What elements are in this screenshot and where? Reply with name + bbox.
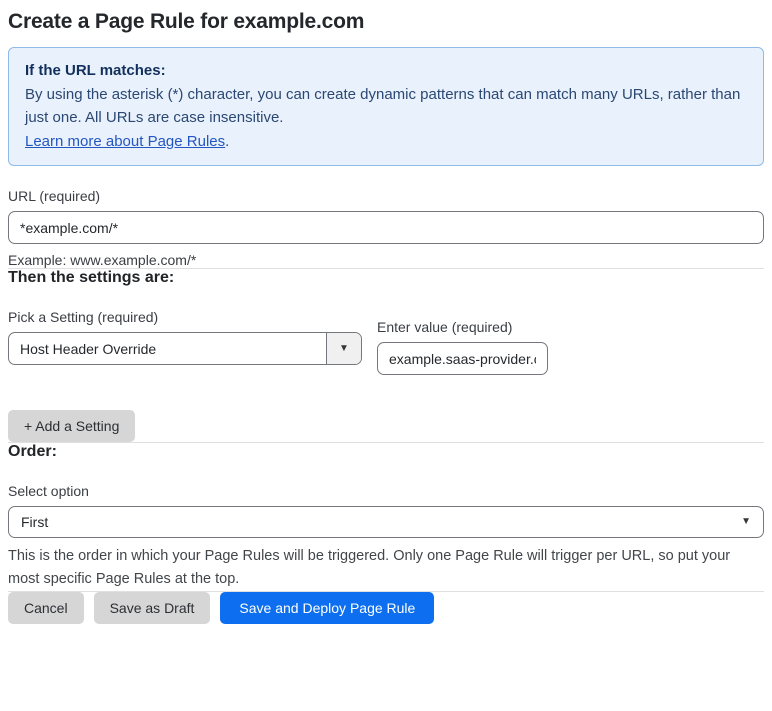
setting-select-label: Pick a Setting (required) [8,309,159,325]
info-box-body: By using the asterisk (*) character, you… [25,85,741,127]
order-description: This is the order in which your Page Rul… [8,548,731,587]
url-helper-text: Example: www.example.com/* [8,252,197,268]
info-box-heading: If the URL matches: [25,62,166,79]
setting-value-label: Enter value (required) [377,319,513,335]
order-section-heading: Order: [8,443,57,460]
save-and-deploy-button[interactable]: Save and Deploy Page Rule [220,592,435,624]
setting-select-dropdown-button[interactable]: ▼ [326,333,361,364]
cancel-button[interactable]: Cancel [8,592,84,624]
add-setting-wrap: + Add a Setting [8,410,764,442]
order-select-label: Select option [8,483,89,499]
order-select-group: Select option First ▼ This is the order … [8,483,764,591]
page-title: Create a Page Rule for example.com [8,10,365,33]
link-suffix: . [225,132,230,150]
order-select[interactable]: First ▼ [8,506,764,538]
url-field-group: URL (required) Example: www.example.com/… [8,188,764,268]
learn-more-link[interactable]: Learn more about Page Rules [25,133,225,150]
url-field-label: URL (required) [8,188,101,204]
url-match-info-box: If the URL matches: By using the asteris… [8,47,764,166]
setting-select-value: Host Header Override [20,340,157,357]
setting-select[interactable]: Host Header Override ▼ [8,332,362,365]
setting-value-input[interactable] [377,342,548,375]
settings-row: Pick a Setting (required) Host Header Ov… [8,309,764,375]
save-as-draft-button[interactable]: Save as Draft [93,592,211,624]
add-setting-button[interactable]: + Add a Setting [8,410,136,442]
setting-select-group: Pick a Setting (required) Host Header Ov… [8,309,362,365]
order-select-value: First [21,514,49,530]
footer-buttons: Cancel Save as Draft Save and Deploy Pag… [8,592,764,624]
info-link-line: Learn more about Page Rules. [25,130,747,154]
caret-down-icon: ▼ [741,516,751,527]
url-input[interactable] [8,211,764,244]
caret-down-icon: ▼ [339,342,349,354]
settings-section-heading: Then the settings are: [8,269,175,286]
page-rule-form: Create a Page Rule for example.com If th… [0,0,772,638]
setting-value-group: Enter value (required) [377,319,548,375]
